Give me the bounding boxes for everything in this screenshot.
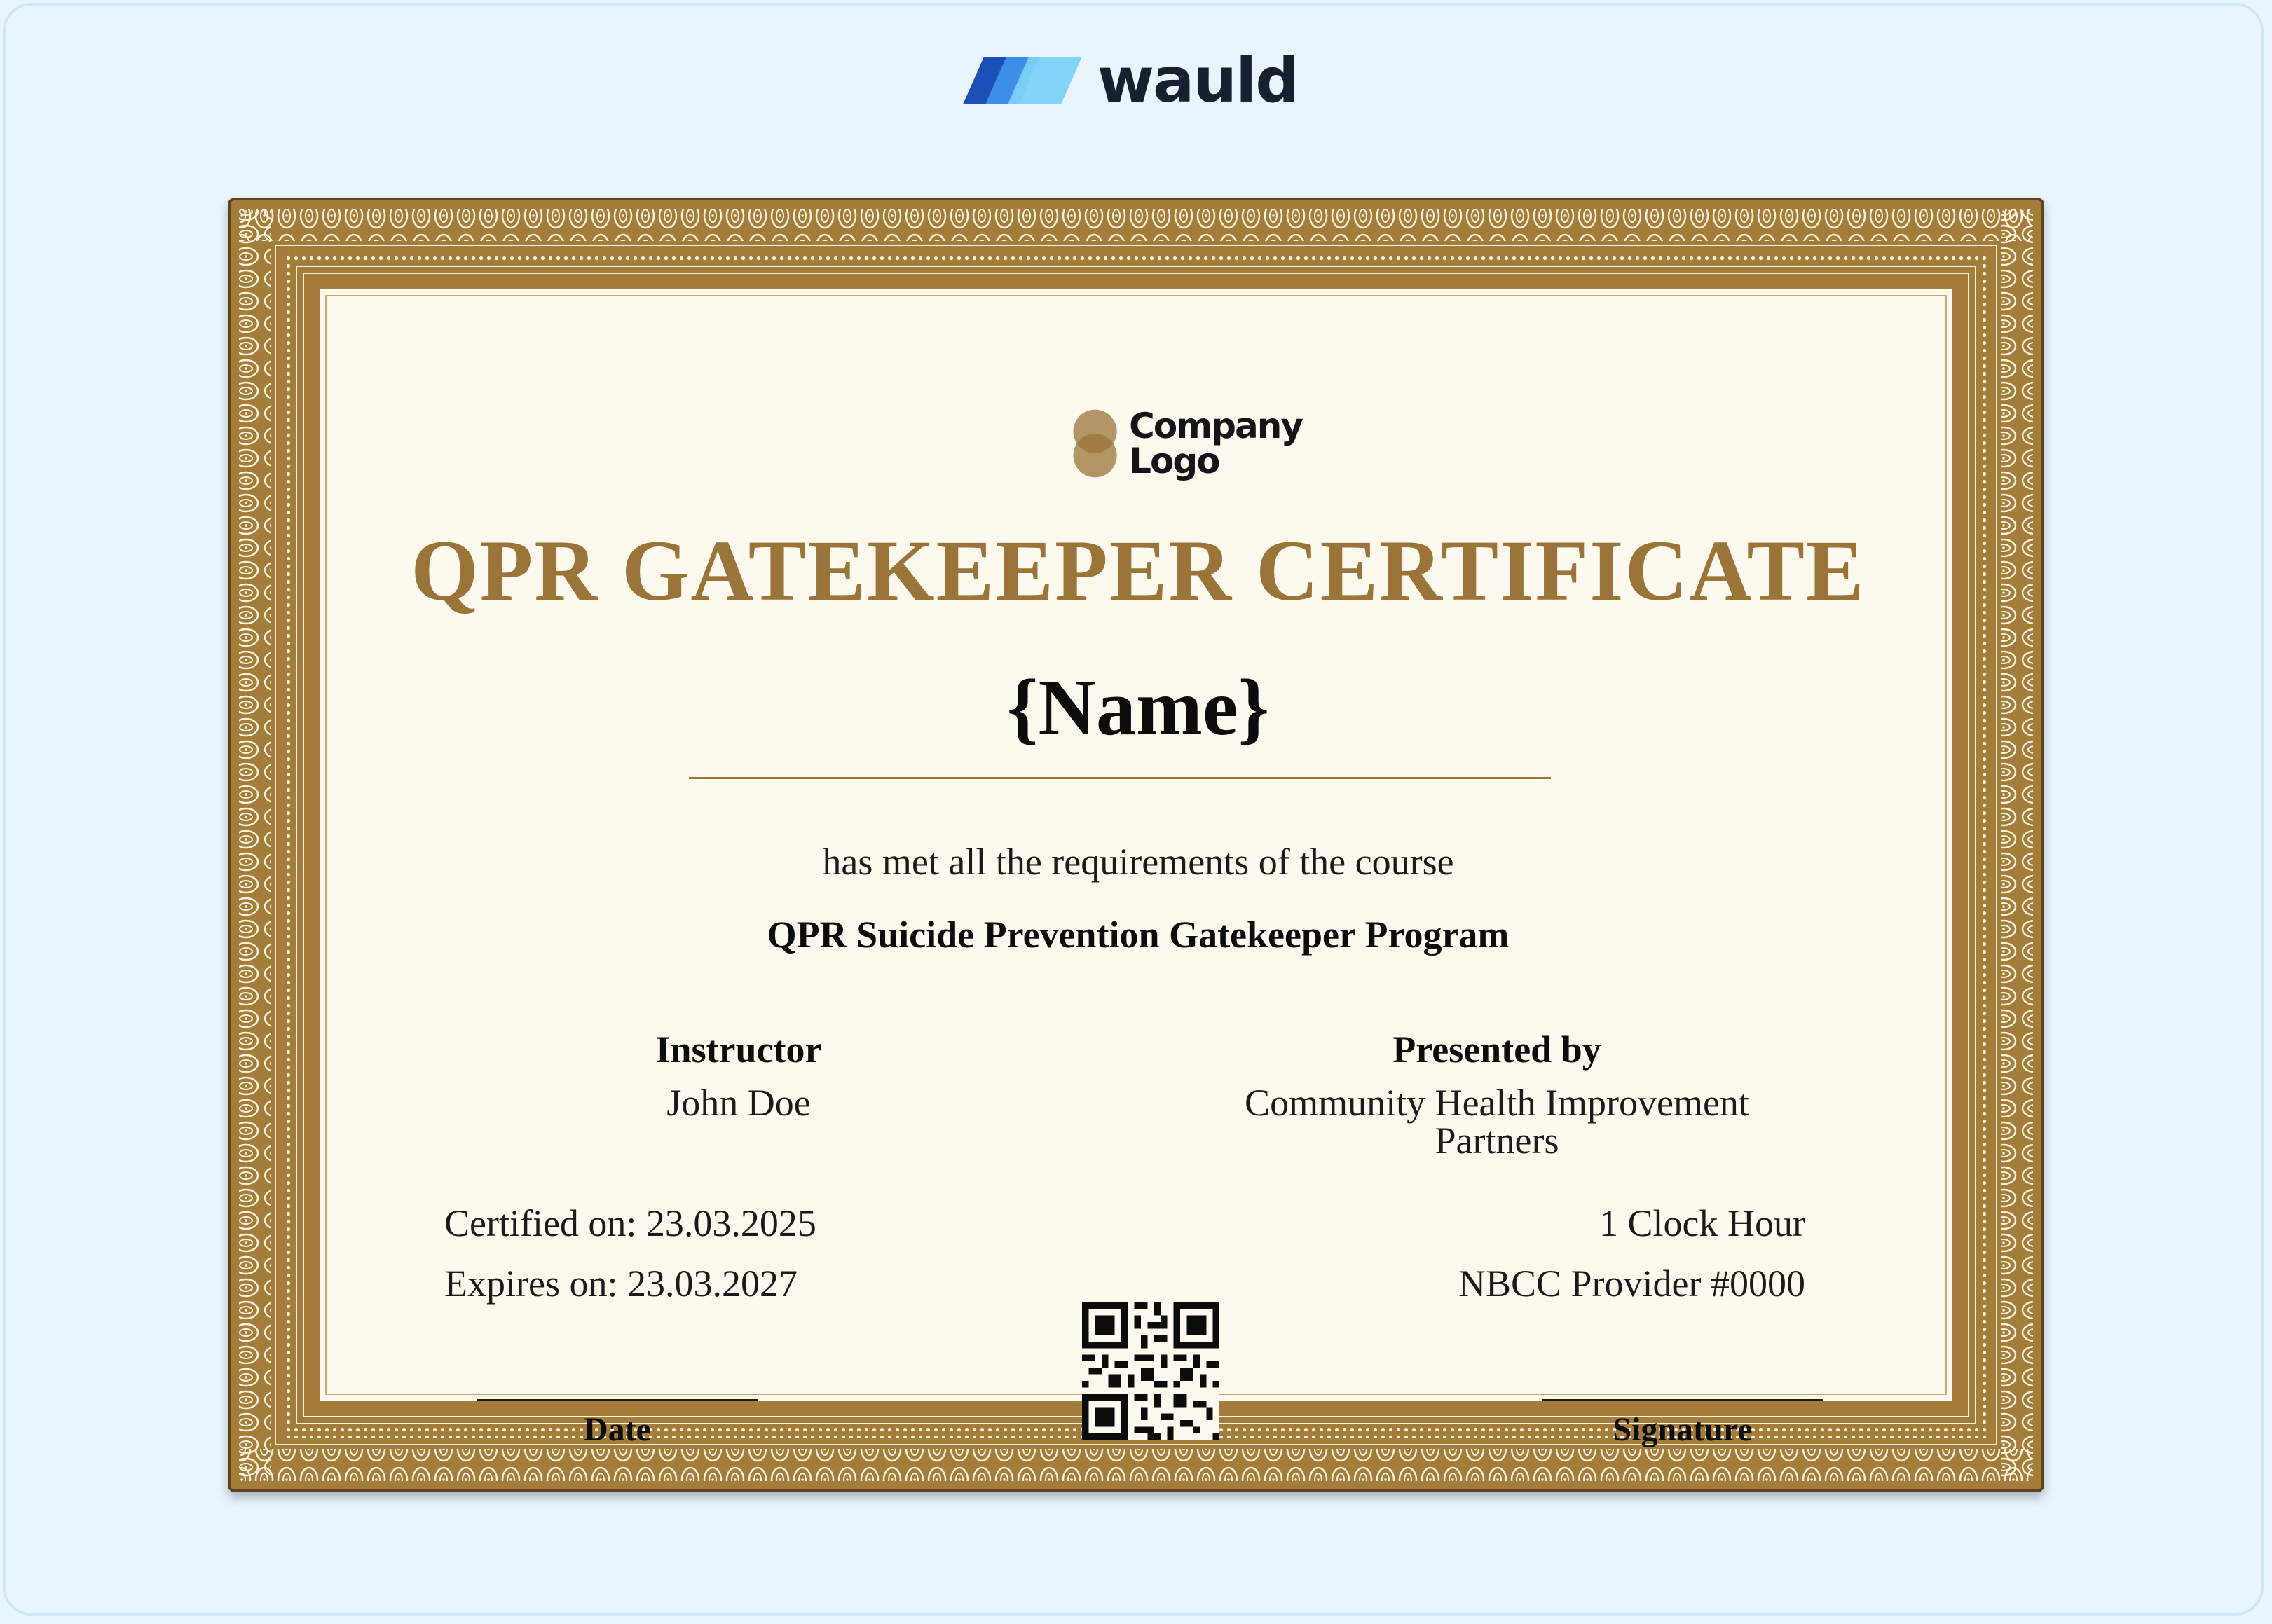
- signature-label: Signature: [1613, 1411, 1753, 1448]
- presented-by-value: Community Health Improvement Partners: [1245, 1082, 1749, 1162]
- expires-on: Expires on: 23.03.2027: [444, 1262, 798, 1305]
- date-label: Date: [584, 1411, 651, 1448]
- instructor-name: John Doe: [666, 1082, 811, 1124]
- company-logo: Company Logo: [1071, 401, 1303, 486]
- brand-name: wauld: [1097, 44, 1299, 116]
- instructor-label: Instructor: [655, 1028, 822, 1071]
- signature-line: [1542, 1399, 1823, 1401]
- requirement-text: has met all the requirements of the cour…: [822, 841, 1454, 883]
- certificate-paper: Company Logo QPR GATEKEEPER CERTIFICATE …: [317, 287, 1955, 1447]
- certificate: Company Logo QPR GATEKEEPER CERTIFICATE …: [228, 198, 2044, 1492]
- certificate-title: QPR GATEKEEPER CERTIFICATE: [411, 523, 1866, 619]
- certificate-content: Company Logo QPR GATEKEEPER CERTIFICATE …: [320, 289, 1952, 1447]
- qr-code-icon: [1082, 1302, 1219, 1440]
- company-logo-icon: [1073, 409, 1117, 478]
- company-logo-text: Company Logo: [1129, 406, 1303, 481]
- date-line: [477, 1399, 758, 1401]
- course-name: QPR Suicide Prevention Gatekeeper Progra…: [767, 914, 1510, 956]
- clock-hours: 1 Clock Hour: [1599, 1202, 1805, 1244]
- company-logo-line1: Company: [1129, 406, 1303, 446]
- recipient-name: {Name}: [1006, 663, 1270, 752]
- brand-header: wauld: [0, 42, 2272, 119]
- provider-number: NBCC Provider #0000: [1458, 1262, 1805, 1305]
- presented-by-label: Presented by: [1392, 1028, 1601, 1071]
- certified-on: Certified on: 23.03.2025: [444, 1202, 816, 1244]
- brand-logo[interactable]: wauld: [962, 44, 1299, 116]
- name-underline: [689, 777, 1551, 779]
- company-logo-line2: Logo: [1129, 441, 1220, 481]
- wauld-logo-icon: [962, 57, 1082, 104]
